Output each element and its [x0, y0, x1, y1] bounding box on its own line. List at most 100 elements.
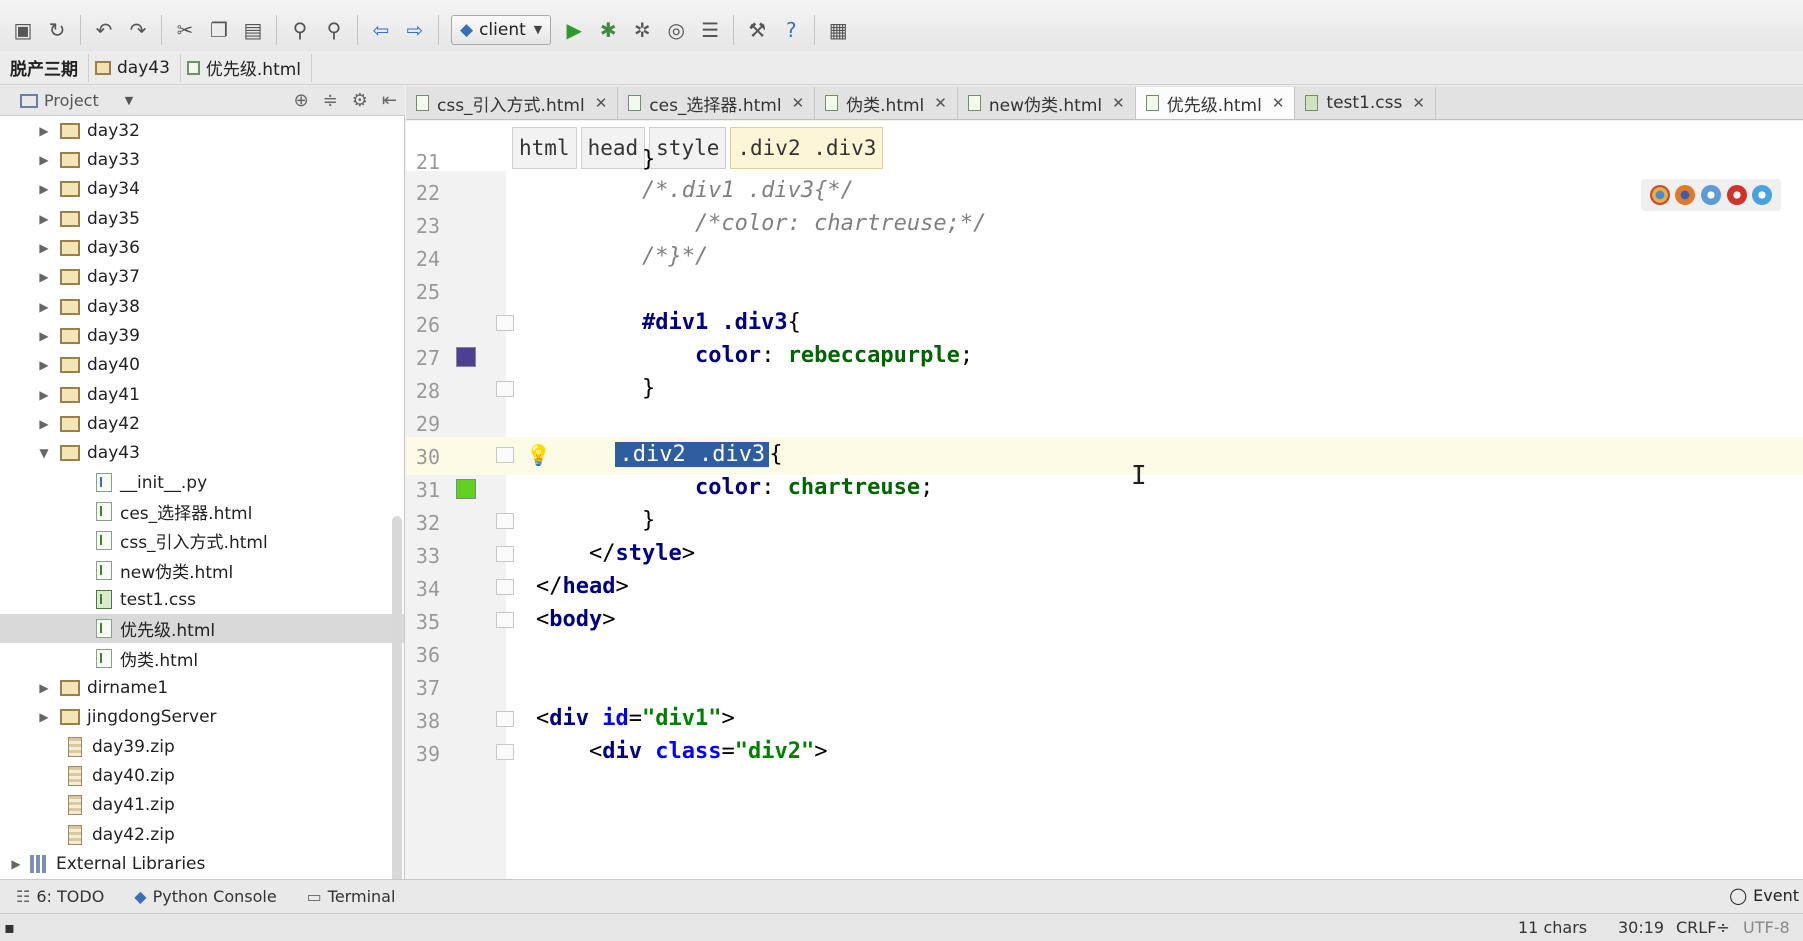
tree-item-day39-zip[interactable]: day39.zip [0, 732, 404, 761]
expand-arrow-icon[interactable]: ▶ [36, 388, 52, 402]
fold-marker-icon[interactable] [496, 744, 514, 760]
tree-item-day40[interactable]: ▶ day40 [0, 350, 404, 379]
expand-arrow-icon[interactable]: ▶ [36, 329, 52, 343]
copy-icon[interactable]: ❐ [204, 15, 234, 45]
close-icon[interactable]: ✕ [934, 94, 947, 112]
breadcrumb-folder[interactable]: day43 [89, 53, 181, 82]
tree-item-priority-html[interactable]: 优先级.html [0, 614, 404, 643]
breadcrumb-project[interactable]: 脱产三期 [4, 53, 89, 82]
tool-tab-todo[interactable]: ☷ 6: TODO [16, 887, 104, 906]
tree-item-day35[interactable]: ▶ day35 [0, 204, 404, 233]
coverage-icon[interactable]: ✲ [627, 15, 657, 45]
save-icon[interactable]: ▣ [8, 15, 38, 45]
close-icon[interactable]: ✕ [595, 94, 608, 112]
close-icon[interactable]: ✕ [1112, 94, 1125, 112]
tab-pseudo-class[interactable]: 伪类.html ✕ [815, 87, 958, 119]
tree-item-new-pseudo-html[interactable]: new伪类.html [0, 556, 404, 585]
replace-icon[interactable]: ⚲ [319, 15, 349, 45]
hide-panel-icon[interactable]: ⇤ [382, 90, 397, 111]
expand-arrow-icon[interactable]: ▶ [36, 270, 52, 284]
fold-marker-icon[interactable] [496, 612, 514, 628]
settings-icon[interactable]: ⚒ [742, 15, 772, 45]
tree-item-day42[interactable]: ▶ day42 [0, 409, 404, 438]
tab-css-import[interactable]: css_引入方式.html ✕ [406, 87, 619, 119]
close-icon[interactable]: ✕ [1272, 94, 1285, 112]
gear-icon[interactable]: ⚙ [352, 90, 368, 111]
back-icon[interactable]: ⇦ [366, 15, 396, 45]
fold-marker-icon[interactable] [496, 579, 514, 595]
expand-arrow-icon[interactable]: ▶ [36, 241, 52, 255]
vcs-icon[interactable]: ▦ [823, 15, 853, 45]
expand-arrow-icon[interactable]: ▶ [36, 358, 52, 372]
tasks-icon[interactable]: ☰ [695, 15, 725, 45]
expand-arrow-icon[interactable]: ▶ [36, 153, 52, 167]
status-encoding[interactable]: UTF-8 [1743, 918, 1790, 937]
color-swatch-chartreuse[interactable] [456, 479, 476, 499]
tree-item-day41[interactable]: ▶ day41 [0, 380, 404, 409]
forward-icon[interactable]: ⇨ [400, 15, 430, 45]
profile-icon[interactable]: ◎ [661, 15, 691, 45]
expand-arrow-icon[interactable]: ▶ [36, 417, 52, 431]
tree-item-day39[interactable]: ▶ day39 [0, 321, 404, 350]
tree-item-day40-zip[interactable]: day40.zip [0, 761, 404, 790]
tree-item-pseudo-html[interactable]: 伪类.html [0, 644, 404, 673]
expand-arrow-icon[interactable]: ▶ [36, 212, 52, 226]
expand-arrow-icon[interactable]: ▶ [8, 857, 24, 871]
breadcrumb-file[interactable]: 优先级.html [181, 53, 313, 82]
find-icon[interactable]: ⚲ [285, 15, 315, 45]
tree-item-day37[interactable]: ▶ day37 [0, 262, 404, 291]
fold-marker-icon[interactable] [496, 315, 514, 331]
tab-priority[interactable]: 优先级.html ✕ [1135, 87, 1296, 119]
fold-marker-icon[interactable] [496, 711, 514, 727]
collapse-arrow-icon[interactable]: ▼ [36, 446, 52, 460]
status-line-separator[interactable]: CRLF÷ [1676, 918, 1730, 937]
tab-test1-css[interactable]: test1.css ✕ [1295, 87, 1436, 119]
tree-item-day34[interactable]: ▶ day34 [0, 174, 404, 203]
close-icon[interactable]: ✕ [792, 94, 805, 112]
tree-item-day42-zip[interactable]: day42.zip [0, 820, 404, 849]
tree-item-dirname1[interactable]: ▶ dirname1 [0, 673, 404, 702]
expand-arrow-icon[interactable]: ▶ [36, 124, 52, 138]
color-swatch-rebeccapurple[interactable] [456, 347, 476, 367]
fold-marker-icon[interactable] [496, 513, 514, 529]
status-caret-position[interactable]: 30:19 [1618, 918, 1664, 937]
status-indicator-icon[interactable]: ▪ [4, 918, 15, 937]
tree-item-day41-zip[interactable]: day41.zip [0, 790, 404, 819]
cut-icon[interactable]: ✂ [170, 15, 200, 45]
tree-item-day32[interactable]: ▶ day32 [0, 116, 404, 145]
tree-item-test1-css[interactable]: test1.css [0, 585, 404, 614]
tab-new-pseudo-class[interactable]: new伪类.html ✕ [957, 87, 1136, 119]
run-config-dropdown[interactable]: ◆ client ▼ [451, 14, 552, 45]
run-icon[interactable]: ▶ [559, 15, 589, 45]
tree-item-day38[interactable]: ▶ day38 [0, 292, 404, 321]
fold-marker-icon[interactable] [496, 381, 514, 397]
tree-item-day33[interactable]: ▶ day33 [0, 145, 404, 174]
project-panel-title[interactable]: Project [44, 91, 99, 110]
tool-tab-terminal[interactable]: ▭ Terminal [307, 887, 396, 906]
fold-marker-icon[interactable] [496, 546, 514, 562]
tree-item-init-py[interactable]: __init__.py [0, 468, 404, 497]
tree-item-ces-html[interactable]: ces_选择器.html [0, 497, 404, 526]
close-icon[interactable]: ✕ [1412, 94, 1425, 112]
tool-tab-python-console[interactable]: ◆ Python Console [134, 887, 276, 906]
tree-item-jingdongserver[interactable]: ▶ jingdongServer [0, 702, 404, 731]
expand-arrow-icon[interactable]: ▶ [36, 300, 52, 314]
paste-icon[interactable]: ▤ [238, 15, 268, 45]
expand-arrow-icon[interactable]: ▶ [36, 710, 52, 724]
expand-arrow-icon[interactable]: ▶ [36, 681, 52, 695]
chevron-down-icon[interactable]: ▼ [125, 94, 133, 107]
undo-icon[interactable]: ↶ [89, 15, 119, 45]
project-scrollbar[interactable] [392, 516, 402, 879]
event-log-button[interactable]: ◯ Event [1729, 886, 1799, 905]
help-icon[interactable]: ? [776, 15, 806, 45]
code-editor[interactable]: html head style .div2 .div3 21 } 22 /*.d… [406, 121, 1803, 879]
tree-item-day43[interactable]: ▼ day43 [0, 438, 404, 467]
debug-icon[interactable]: ✱ [593, 15, 623, 45]
fold-marker-icon[interactable] [496, 447, 514, 463]
tree-item-day36[interactable]: ▶ day36 [0, 233, 404, 262]
tree-item-external-libraries[interactable]: ▶ External Libraries [0, 849, 404, 878]
sync-icon[interactable]: ↻ [42, 15, 72, 45]
collapse-all-icon[interactable]: ≑ [323, 90, 338, 111]
expand-arrow-icon[interactable]: ▶ [36, 182, 52, 196]
redo-icon[interactable]: ↷ [123, 15, 153, 45]
